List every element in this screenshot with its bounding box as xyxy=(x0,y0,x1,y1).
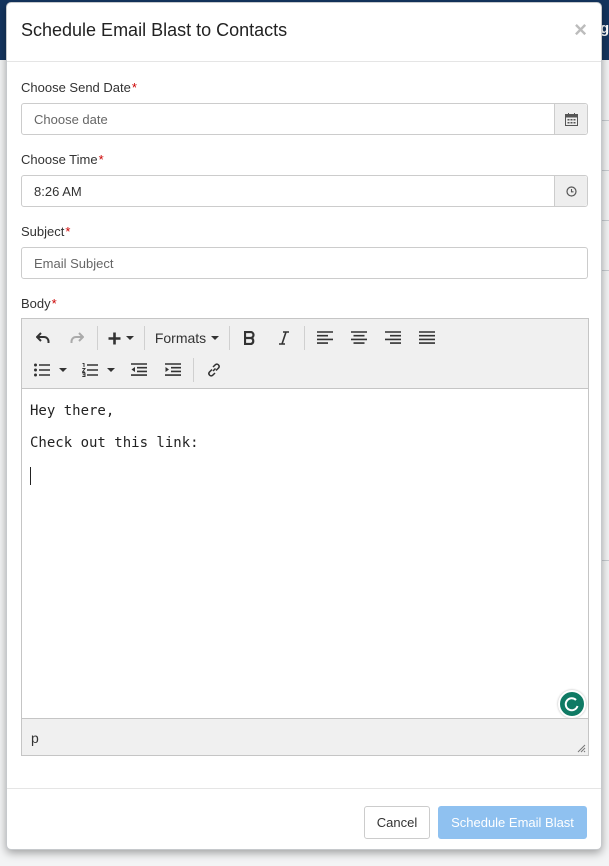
calendar-icon xyxy=(564,112,578,126)
subject-field[interactable] xyxy=(21,247,588,279)
numbered-list-icon xyxy=(81,363,98,377)
bold-button[interactable] xyxy=(233,324,267,352)
send-date-label: Choose Send Date* xyxy=(21,80,137,95)
formats-label: Formats xyxy=(154,330,207,346)
content-line[interactable]: Hey there, xyxy=(30,403,580,421)
required-mark: * xyxy=(51,296,57,311)
editor-toolbar: Formats xyxy=(22,319,588,389)
align-left-button[interactable] xyxy=(308,324,342,352)
align-justify-icon xyxy=(419,331,435,344)
outdent-button[interactable] xyxy=(122,356,156,384)
toolbar-separator xyxy=(304,326,305,350)
toolbar-separator xyxy=(144,326,145,350)
indent-button[interactable] xyxy=(156,356,190,384)
chevron-down-icon xyxy=(126,336,134,340)
align-right-button[interactable] xyxy=(376,324,410,352)
align-justify-button[interactable] xyxy=(410,324,444,352)
modal-footer: Cancel Schedule Email Blast xyxy=(7,788,601,851)
align-center-icon xyxy=(351,331,367,344)
undo-icon xyxy=(36,332,50,343)
time-label-text: Choose Time xyxy=(21,152,98,167)
editor-statusbar: p xyxy=(22,718,588,755)
calendar-button[interactable] xyxy=(554,104,587,134)
time-field[interactable] xyxy=(21,175,588,207)
modal-title: Schedule Email Blast to Contacts xyxy=(21,20,288,40)
clock-icon xyxy=(565,185,577,197)
time-input[interactable] xyxy=(22,176,522,206)
element-path[interactable]: p xyxy=(31,730,39,746)
redo-button[interactable] xyxy=(60,324,94,352)
send-date-label-text: Choose Send Date xyxy=(21,80,131,95)
modal-header: Schedule Email Blast to Contacts × xyxy=(7,3,601,62)
subject-label: Subject* xyxy=(21,224,70,239)
numbered-list-dropdown[interactable] xyxy=(74,356,122,384)
subject-label-text: Subject xyxy=(21,224,65,239)
chevron-down-icon xyxy=(58,368,67,372)
chevron-down-icon xyxy=(106,368,115,372)
insert-icon xyxy=(108,332,121,344)
required-mark: * xyxy=(65,224,71,239)
toolbar-separator xyxy=(229,326,230,350)
content-line[interactable] xyxy=(30,467,580,485)
toolbar-row-1: Formats xyxy=(26,323,444,353)
undo-button[interactable] xyxy=(26,324,60,352)
time-label: Choose Time* xyxy=(21,152,104,167)
clock-button[interactable] xyxy=(554,176,587,206)
subject-input[interactable] xyxy=(22,248,582,278)
content-line[interactable]: Check out this link: xyxy=(30,435,580,453)
required-mark: * xyxy=(131,80,137,95)
chevron-down-icon xyxy=(211,336,220,340)
link-icon xyxy=(208,363,220,377)
resize-handle-icon[interactable] xyxy=(577,744,586,753)
toolbar-separator xyxy=(97,326,98,350)
grammarly-icon xyxy=(564,697,579,712)
send-date-input[interactable] xyxy=(22,104,522,134)
body-label-text: Body xyxy=(21,296,51,311)
bullet-list-icon xyxy=(33,363,50,377)
schedule-email-modal: Schedule Email Blast to Contacts × Choos… xyxy=(6,2,602,850)
body-label: Body* xyxy=(21,296,57,311)
cancel-button[interactable]: Cancel xyxy=(364,806,430,839)
schedule-email-blast-button[interactable]: Schedule Email Blast xyxy=(438,806,587,839)
bullet-list-dropdown[interactable] xyxy=(26,356,74,384)
link-button[interactable] xyxy=(197,356,231,384)
indent-icon xyxy=(165,363,181,376)
italic-icon xyxy=(279,331,289,345)
toolbar-row-2 xyxy=(26,355,231,385)
outdent-icon xyxy=(131,363,147,376)
align-center-button[interactable] xyxy=(342,324,376,352)
align-right-icon xyxy=(385,331,401,344)
rich-text-editor: Formats Hey there, Check out this link: … xyxy=(21,318,589,756)
editor-content[interactable]: Hey there, Check out this link: xyxy=(22,389,588,719)
align-left-icon xyxy=(317,331,333,344)
text-cursor xyxy=(30,467,31,485)
italic-button[interactable] xyxy=(267,324,301,352)
insert-dropdown[interactable] xyxy=(101,324,141,352)
close-button[interactable]: × xyxy=(574,19,587,41)
bold-icon xyxy=(244,331,255,345)
redo-icon xyxy=(70,332,84,343)
required-mark: * xyxy=(98,152,104,167)
toolbar-separator xyxy=(193,358,194,382)
formats-dropdown[interactable]: Formats xyxy=(148,324,226,352)
grammarly-button[interactable] xyxy=(558,690,586,718)
send-date-field[interactable] xyxy=(21,103,588,135)
